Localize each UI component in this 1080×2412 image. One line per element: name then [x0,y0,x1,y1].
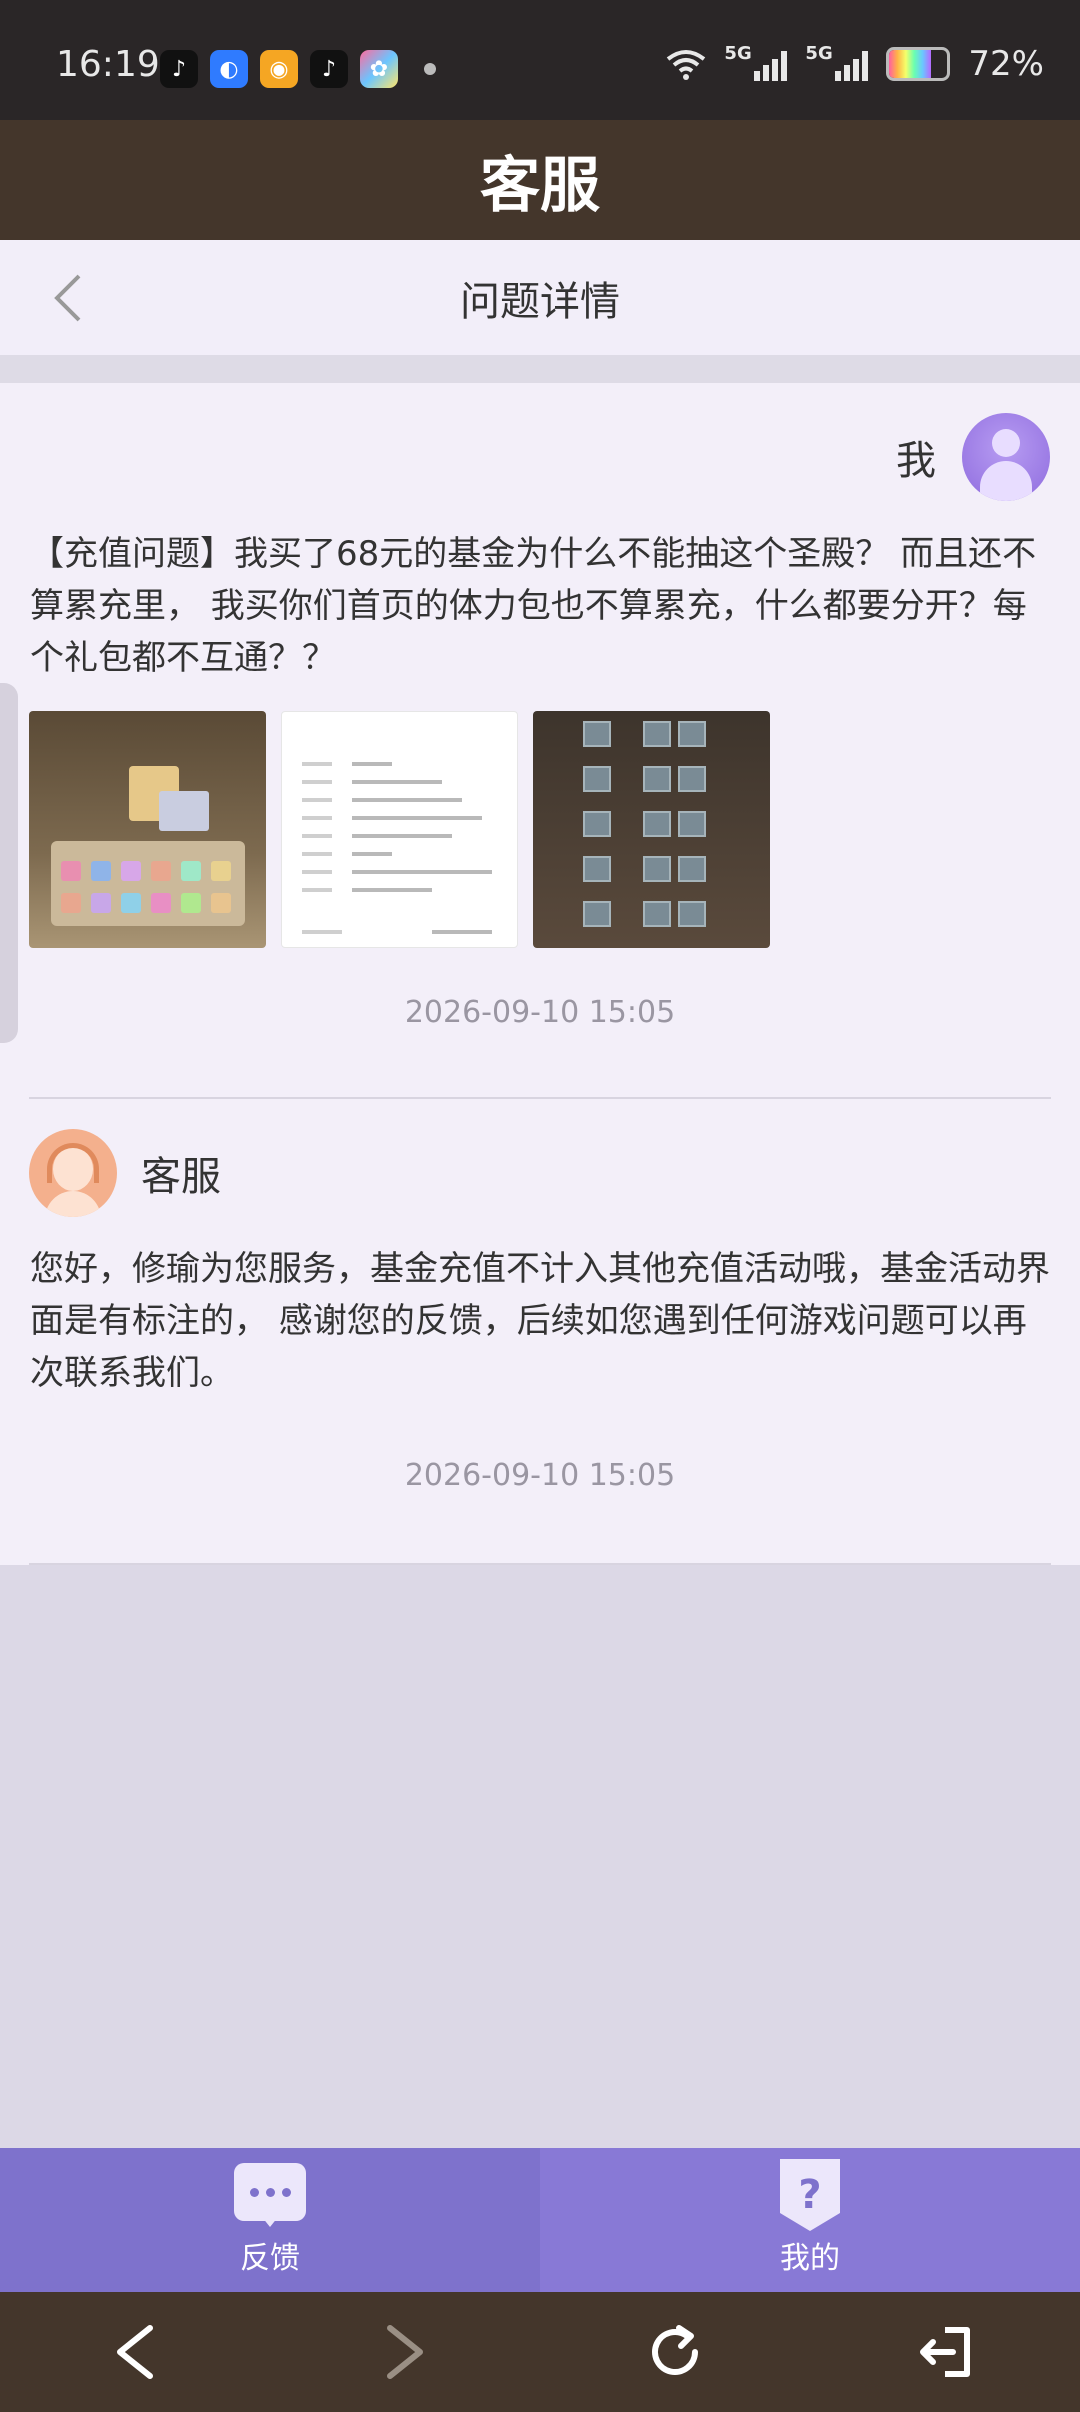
tiktok-lite-icon: ♪ [310,50,348,88]
cs-name: 客服 [141,1154,221,1200]
signal-5g-icon: 5G [724,43,788,81]
network-type-label: 5G [724,43,752,64]
cs-avatar [29,1129,117,1217]
system-nav [0,2292,1080,2412]
subheader-title: 问题详情 [460,278,620,325]
browser-icon: ◐ [210,50,248,88]
exit-button[interactable] [905,2312,985,2392]
nav-feedback-label: 反馈 [240,2241,300,2276]
user-name: 我 [896,438,936,484]
back-arrow-icon [117,2325,153,2379]
battery-icon [886,47,951,81]
status-time: 16:19 [56,44,160,85]
forward-arrow-icon [387,2325,423,2379]
chevron-left-icon [54,274,81,322]
attachment-image-2[interactable] [281,711,518,948]
attachment-image-3[interactable] [533,711,770,948]
exit-icon [920,2327,970,2377]
cs-message-timestamp: 2026-09-10 15:05 [404,1458,676,1493]
network-type-label-2: 5G [805,43,833,64]
user-message-text: 【充值问题】我买了68元的基金为什么不能抽这个圣殿？ 而且还不算累充里， 我买你… [30,534,1037,678]
question-shield-icon: ? [774,2159,846,2231]
nav-mine-label: 我的 [780,2241,840,2276]
nav-mine-tab[interactable]: ? 我的 [540,2148,1080,2292]
back-arrow-button[interactable] [95,2312,175,2392]
weibo-icon: ◉ [260,50,298,88]
battery-fill [889,50,932,78]
user-avatar [962,413,1050,501]
attachment-thumbnails [29,711,770,948]
forward-arrow-button[interactable] [365,2312,445,2392]
refresh-button[interactable] [635,2312,715,2392]
subheader: 问题详情 [0,240,1080,355]
user-message-timestamp: 2026-09-10 15:05 [404,995,676,1030]
battery-percent: 72% [968,44,1044,84]
tiktok-icon: ♪ [160,50,198,88]
notification-icons: ♪ ◐ ◉ ♪ ✿ [160,50,436,88]
nav-feedback-tab[interactable]: 反馈 [0,2148,540,2292]
divider-band [0,355,1080,383]
more-notifications-dot [424,63,436,75]
signal-5g-icon-2: 5G [805,43,869,81]
app-header: 客服 [0,120,1080,240]
refresh-icon [652,2325,698,2375]
chat-bubble-icon [234,2163,306,2227]
message-divider [29,1097,1051,1099]
wifi-icon [667,50,706,80]
gallery-icon: ✿ [360,50,398,88]
conversation: 我 【充值问题】我买了68元的基金为什么不能抽这个圣殿？ 而且还不算累充里， 我… [0,383,1080,1565]
back-button[interactable] [40,270,96,326]
attachment-image-1[interactable] [29,711,266,948]
side-drawer-handle[interactable] [0,683,18,1043]
cs-message-header: 客服 [29,1129,221,1217]
status-indicators: 5G 5G 72% [666,43,1044,84]
bottom-nav: 反馈 ? 我的 [0,2148,1080,2292]
user-message-header: 我 [896,413,1050,501]
status-bar: 16:19 ♪ ◐ ◉ ♪ ✿ 5G 5G 72% [0,0,1080,120]
cs-message-text: 您好，修瑜为您服务，基金充值不计入其他充值活动哦，基金活动界面是有标注的， 感谢… [30,1249,1050,1393]
message-divider-2 [29,1563,1051,1565]
page-title: 客服 [480,150,600,221]
